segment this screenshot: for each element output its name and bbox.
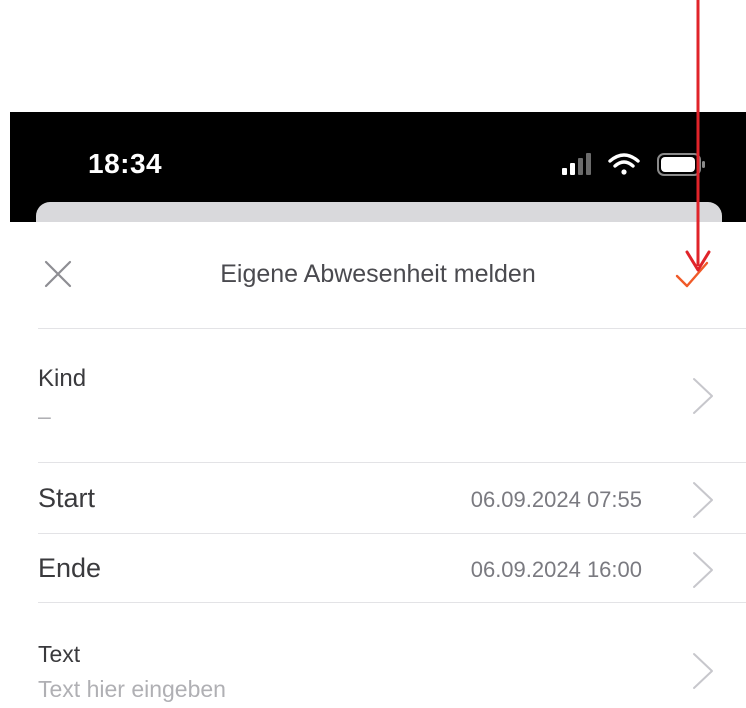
start-label: Start xyxy=(38,483,96,513)
chevron-right-icon xyxy=(693,552,713,588)
kind-label: Kind xyxy=(38,365,87,392)
status-time: 18:34 xyxy=(88,148,163,179)
text-input[interactable]: Text hier eingeben xyxy=(38,676,226,703)
chevron-right-icon xyxy=(693,378,713,414)
chevron-right-icon xyxy=(693,482,713,518)
ende-label: Ende xyxy=(38,553,102,583)
page-title: Eigene Abwesenheit melden xyxy=(220,260,536,288)
annotation-arrow-icon xyxy=(685,0,711,272)
kind-row[interactable]: Kind – xyxy=(10,329,746,462)
start-value: 06.09.2024 07:55 xyxy=(470,487,642,512)
wifi-icon xyxy=(608,153,640,175)
ende-row[interactable]: Ende 06.09.2024 16:00 xyxy=(10,534,746,602)
text-row[interactable]: Text Text hier eingeben xyxy=(10,603,746,708)
chevron-right-icon xyxy=(693,653,713,689)
signal-icon xyxy=(562,153,591,175)
ende-value: 06.09.2024 16:00 xyxy=(470,557,642,582)
absence-sheet: Eigene Abwesenheit melden Kind – Start 0… xyxy=(10,222,746,708)
sheet-header: Eigene Abwesenheit melden xyxy=(10,222,746,328)
text-label: Text xyxy=(38,641,81,667)
kind-value: – xyxy=(38,403,51,429)
start-row[interactable]: Start 06.09.2024 07:55 xyxy=(10,463,746,533)
